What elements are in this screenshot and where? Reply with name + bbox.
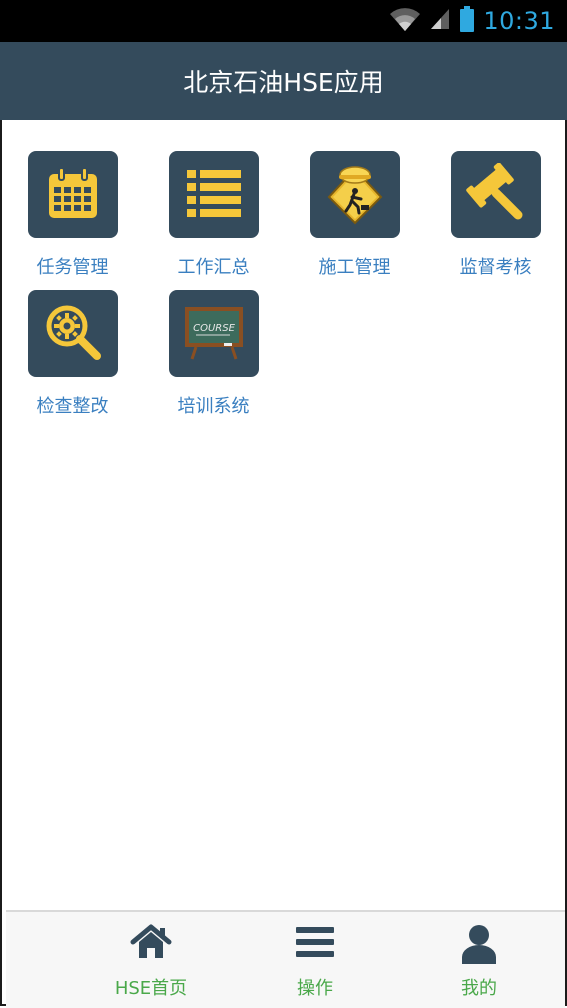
- wifi-icon: [389, 6, 421, 36]
- status-bar: 10:31: [0, 0, 567, 42]
- nav-tab-operation[interactable]: 操作: [245, 912, 385, 1008]
- construction-worker-icon: [325, 161, 385, 229]
- module-icon-box: [451, 151, 541, 238]
- menu-icon: [295, 924, 335, 964]
- home-icon: [130, 924, 172, 964]
- module-inspection-rectification[interactable]: 检查整改: [0, 259, 141, 417]
- app-header: 北京石油HSE应用: [0, 42, 567, 120]
- user-icon: [460, 924, 498, 968]
- module-label: 培训系统: [177, 396, 250, 417]
- module-task-management[interactable]: 任务管理: [0, 120, 141, 278]
- module-icon-box: [28, 290, 118, 377]
- module-icon-box: COURSE: [169, 290, 259, 377]
- nav-tab-home[interactable]: HSE首页: [81, 912, 221, 1008]
- module-label: 监督考核: [459, 257, 532, 278]
- nav-tab-profile[interactable]: 我的: [409, 912, 549, 1008]
- signal-icon: [429, 7, 451, 35]
- nav-label: HSE首页: [114, 978, 188, 999]
- module-icon-box: [169, 151, 259, 238]
- status-clock: 10:31: [483, 7, 555, 35]
- module-label: 施工管理: [318, 257, 391, 278]
- magnifier-gear-icon: [43, 302, 103, 366]
- module-icon-box: [28, 151, 118, 238]
- battery-icon: [459, 5, 475, 37]
- module-work-summary[interactable]: 工作汇总: [141, 120, 282, 278]
- module-supervision-assessment[interactable]: 监督考核: [423, 120, 564, 278]
- module-icon-box: [310, 151, 400, 238]
- course-blackboard-icon: COURSE: [182, 303, 246, 365]
- list-icon: [185, 168, 243, 222]
- nav-label: 操作: [297, 978, 333, 999]
- svg-text:COURSE: COURSE: [193, 323, 235, 334]
- module-training-system[interactable]: COURSE 培训系统: [141, 259, 282, 417]
- calendar-icon: [45, 165, 101, 225]
- module-label: 检查整改: [36, 396, 109, 417]
- status-icons: 10:31: [389, 6, 555, 36]
- module-construction-management[interactable]: 施工管理: [282, 120, 423, 278]
- gavel-icon: [466, 161, 526, 227]
- nav-label: 我的: [461, 978, 497, 999]
- bottom-navigation: HSE首页 操作 我的: [6, 910, 565, 1008]
- page-title: 北京石油HSE应用: [183, 68, 384, 97]
